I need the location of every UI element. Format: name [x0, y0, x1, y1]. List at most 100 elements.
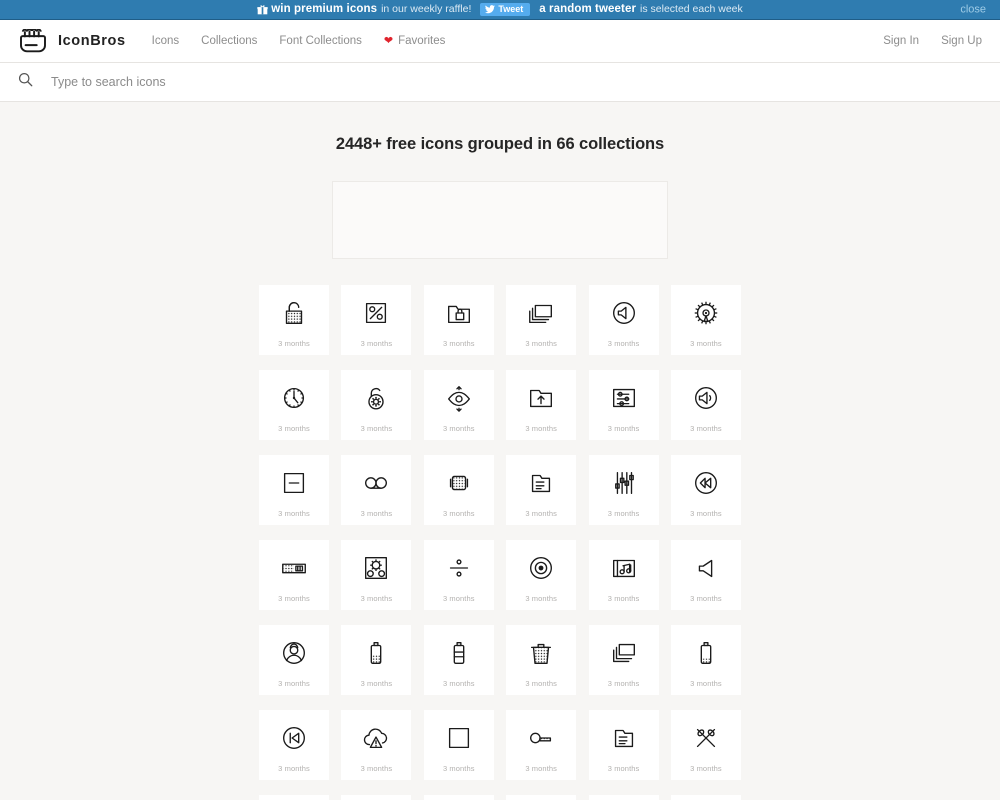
layers-stack-icon	[607, 636, 641, 670]
battery-low-icon	[689, 636, 723, 670]
rewind-circle-icon	[689, 466, 723, 500]
promo-tail-message: a random tweeter is selected each week	[539, 3, 743, 16]
sign-up-link[interactable]: Sign Up	[941, 35, 982, 47]
promo-close-button[interactable]: close	[960, 4, 986, 15]
icon-card-age: 3 months	[690, 764, 722, 773]
icon-card[interactable]: 3 months	[341, 285, 412, 355]
icon-card-age: 3 months	[360, 339, 393, 348]
music-album-icon	[607, 551, 641, 585]
icon-card[interactable]: 3 months	[670, 285, 741, 355]
icon-card-age: 3 months	[607, 509, 640, 518]
icon-card[interactable]: 3 months	[259, 370, 329, 440]
icon-card-age: 3 months	[607, 339, 640, 348]
nav-item-label: Font Collections	[279, 35, 362, 47]
icon-card[interactable]: 3 months	[341, 795, 412, 800]
icon-card-age: 3 months	[278, 509, 310, 518]
icon-card-age: 3 months	[360, 424, 393, 433]
sign-in-link[interactable]: Sign In	[883, 35, 919, 47]
icon-card[interactable]: 3 months	[588, 540, 659, 610]
icon-card[interactable]: 3 months	[506, 455, 577, 525]
icon-card-age: 3 months	[278, 764, 310, 773]
icon-card-age: 3 months	[360, 764, 393, 773]
icon-card[interactable]: 3 months	[341, 625, 412, 695]
icon-card[interactable]: 3 months	[423, 710, 494, 780]
skip-back-circle-icon	[277, 721, 311, 755]
icon-card-age: 3 months	[690, 509, 722, 518]
icon-card[interactable]: 3 months	[670, 625, 741, 695]
eye-focus-icon	[442, 381, 476, 415]
icon-card[interactable]: 3 months	[423, 370, 494, 440]
minus-square-icon	[277, 466, 311, 500]
icon-card[interactable]: 3 months	[423, 625, 494, 695]
icon-card[interactable]: 3 months	[259, 625, 329, 695]
speaker-volume-circle-icon	[689, 381, 723, 415]
icon-card[interactable]: 3 months	[259, 540, 329, 610]
nav-item-font-collections[interactable]: Font Collections	[279, 35, 361, 47]
icon-card[interactable]: 3 months	[341, 370, 412, 440]
folder-lines-icon	[607, 721, 641, 755]
icon-card[interactable]: 3 months	[259, 285, 329, 355]
tweet-button[interactable]: Tweet	[480, 3, 531, 16]
icon-card-age: 3 months	[525, 339, 557, 348]
icon-card[interactable]: 3 months	[506, 285, 577, 355]
icon-card[interactable]: 3 months	[506, 540, 577, 610]
icon-card[interactable]: 3 months	[259, 795, 329, 800]
nav-item-label: Icons	[151, 35, 180, 47]
icon-card[interactable]: 3 months	[341, 540, 412, 610]
icon-grid: 3 months 3 months 3 months 3 months 3 months…	[259, 285, 741, 800]
main-content: 2448+ free icons grouped in 66 collectio…	[0, 102, 1000, 800]
nav-item-icons[interactable]: Icons	[152, 35, 180, 47]
equalizer-box-icon	[607, 381, 641, 415]
icon-card[interactable]: 3 months	[423, 540, 494, 610]
icon-card-age: 3 months	[525, 594, 557, 603]
icon-card[interactable]: 3 months	[506, 795, 577, 800]
icon-card[interactable]: 3 months	[588, 455, 659, 525]
icon-card[interactable]: 3 months	[423, 285, 494, 355]
icon-card[interactable]: 3 months	[341, 455, 412, 525]
icon-card[interactable]: 3 months	[259, 455, 329, 525]
icon-card-age: 3 months	[442, 509, 475, 518]
icon-card-age: 3 months	[278, 594, 310, 603]
brand-link[interactable]: IconBros	[18, 29, 126, 53]
clock-dial-icon	[277, 381, 311, 415]
icon-card[interactable]: 3 months	[588, 285, 659, 355]
nav-item-favorites[interactable]: ❤ Favorites	[384, 35, 446, 47]
promo-banner: win premium icons in our weekly raffle! …	[0, 0, 1000, 20]
icon-card[interactable]: 3 months	[670, 540, 741, 610]
icon-card[interactable]: 3 months	[423, 795, 494, 800]
nav-item-label: Collections	[201, 35, 258, 47]
icon-card[interactable]: 3 months	[506, 370, 577, 440]
microwave-icon	[277, 551, 311, 585]
icon-card[interactable]: 3 months	[588, 370, 659, 440]
nav-item-label: Favorites	[398, 35, 446, 47]
icon-card[interactable]: 3 months	[670, 455, 741, 525]
icon-card[interactable]: 3 months	[259, 710, 329, 780]
icon-card[interactable]: 3 months	[670, 370, 741, 440]
icon-card-age: 3 months	[690, 594, 722, 603]
icon-card[interactable]: 3 months	[670, 710, 741, 780]
promo-light-text: in our weekly raffle!	[381, 3, 472, 16]
icon-card-age: 3 months	[690, 679, 722, 688]
vertical-sliders-icon	[607, 466, 641, 500]
crossed-needles-icon	[689, 721, 723, 755]
icon-card[interactable]: 3 months	[423, 455, 494, 525]
icon-card[interactable]: 3 months	[506, 625, 577, 695]
ad-slot	[332, 181, 668, 259]
icon-card[interactable]: 3 months	[588, 710, 659, 780]
folder-upload-icon	[524, 381, 558, 415]
tweet-button-label: Tweet	[498, 4, 524, 14]
icon-card[interactable]: 3 months	[588, 625, 659, 695]
nav-item-collections[interactable]: Collections	[201, 35, 257, 47]
icon-card[interactable]: 3 months	[588, 795, 659, 800]
icon-card[interactable]: 3 months	[670, 795, 741, 800]
sign-up-label: Sign Up	[941, 35, 982, 47]
icon-card[interactable]: 3 months	[341, 710, 412, 780]
icon-card-age: 3 months	[442, 424, 475, 433]
sign-in-label: Sign In	[883, 35, 920, 47]
icon-card-age: 3 months	[525, 424, 557, 433]
disc-icon	[524, 551, 558, 585]
search-input[interactable]	[51, 75, 551, 89]
icon-card-age: 3 months	[278, 339, 310, 348]
icon-card[interactable]: 3 months	[506, 710, 577, 780]
twitter-bird-icon	[485, 5, 496, 14]
